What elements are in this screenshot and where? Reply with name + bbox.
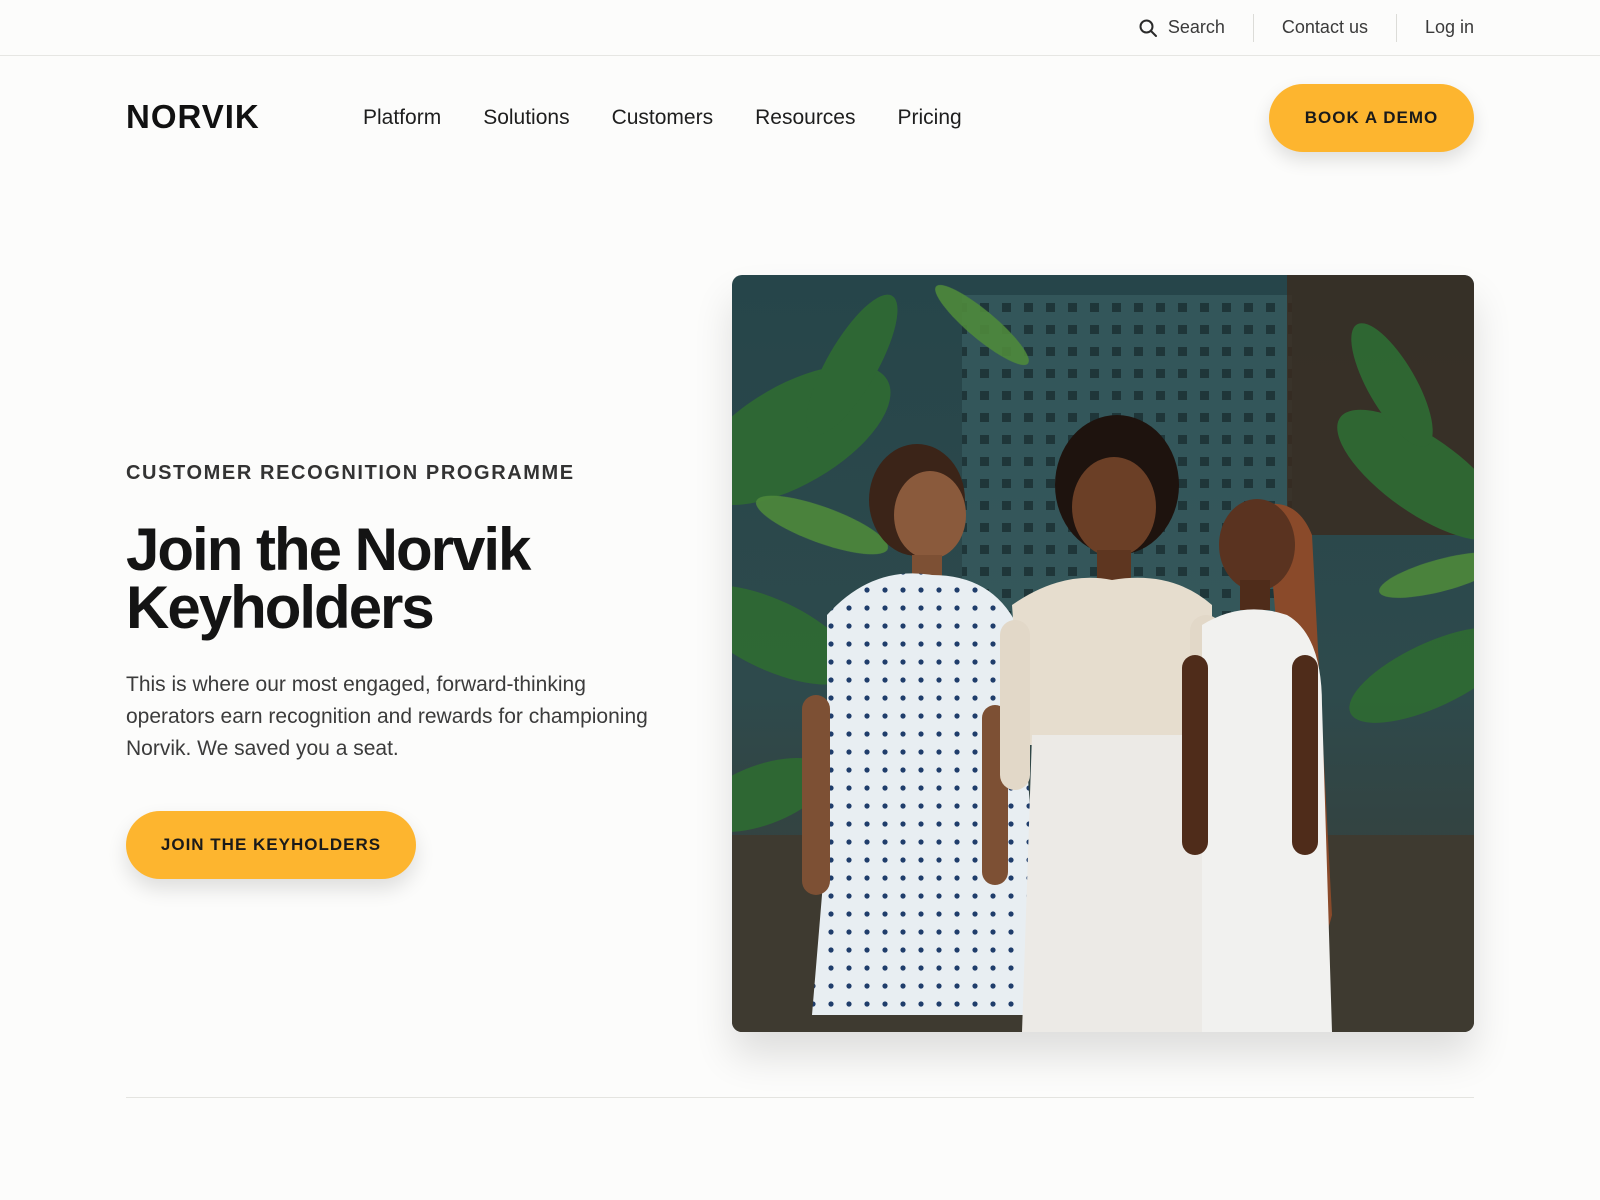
nav-link-solutions[interactable]: Solutions xyxy=(483,106,569,130)
search-label: Search xyxy=(1167,17,1225,37)
login-link[interactable]: Log in xyxy=(1397,14,1474,42)
utility-bar: Search Contact us Log in xyxy=(0,0,1600,56)
eyebrow: CUSTOMER RECOGNITION PROGRAMME xyxy=(126,462,575,484)
nav-links: Platform Solutions Customers Resources P… xyxy=(363,106,1004,130)
main-nav: NORVIK Platform Solutions Customers Reso… xyxy=(0,56,1600,180)
hero-description: This is where our most engaged, forward-… xyxy=(126,673,648,760)
contact-link[interactable]: Contact us xyxy=(1254,14,1396,42)
nav-link-customers[interactable]: Customers xyxy=(612,106,714,130)
logo[interactable]: NORVIK xyxy=(126,98,260,136)
nav-link-platform[interactable]: Platform xyxy=(363,106,441,130)
title-line-2: Keyholders xyxy=(126,574,435,641)
hero-content: CUSTOMER RECOGNITION PROGRAMME Join the … xyxy=(126,462,686,879)
nav-link-pricing[interactable]: Pricing xyxy=(898,106,962,130)
page-title: Join the Norvik Keyholders xyxy=(126,520,686,638)
join-keyholders-button[interactable]: JOIN THE KEYHOLDERS xyxy=(126,811,416,879)
hero-photo xyxy=(732,275,1474,1032)
section-divider xyxy=(126,1097,1474,1098)
nav-link-resources[interactable]: Resources xyxy=(755,106,855,130)
search-link[interactable]: Search xyxy=(1110,14,1253,42)
search-icon xyxy=(1138,18,1158,38)
title-line-1: Join the Norvik xyxy=(126,516,531,583)
book-demo-button[interactable]: BOOK A DEMO xyxy=(1269,84,1474,152)
